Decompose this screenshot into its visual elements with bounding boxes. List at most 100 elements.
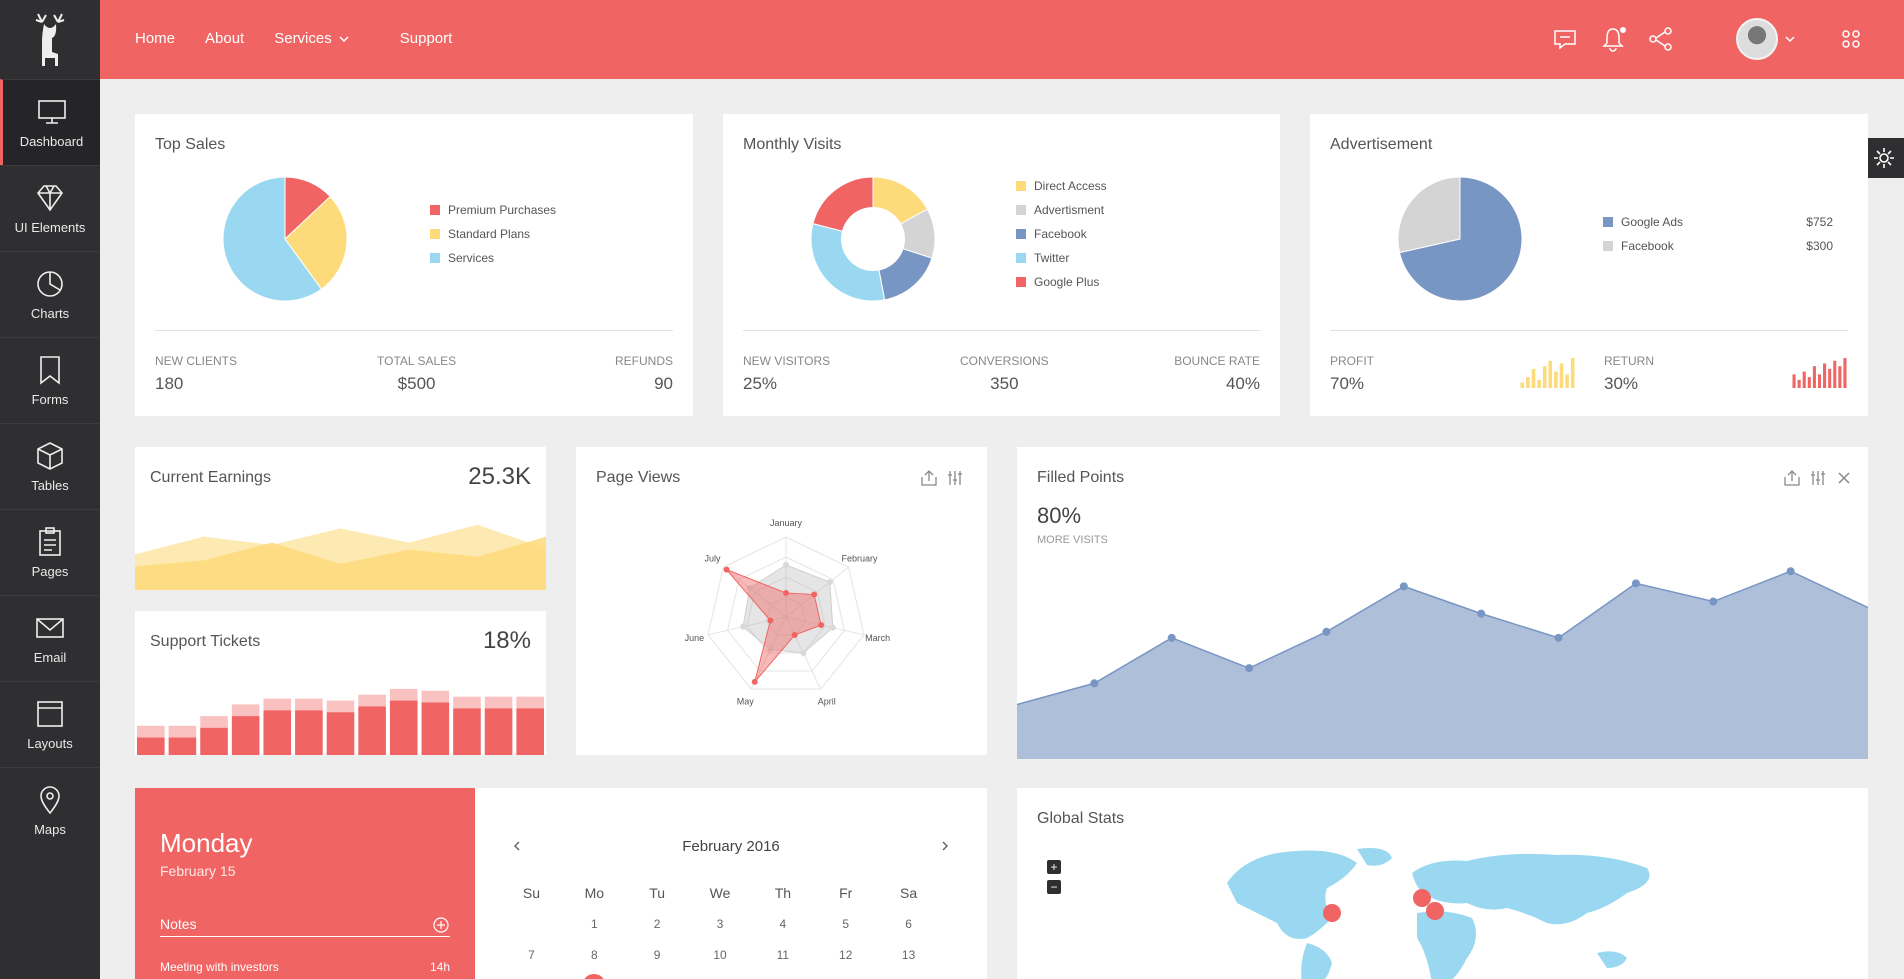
share-icon[interactable] — [1648, 26, 1674, 52]
advertisement-legend: Google Ads $752 Facebook $300 — [1603, 210, 1833, 258]
clipboard-icon — [39, 527, 61, 556]
nav-home[interactable]: Home — [135, 30, 175, 47]
area-point — [1554, 633, 1563, 642]
stat-bounce-rate: BOUNCE RATE 40% — [1174, 354, 1260, 394]
spark-bar — [1526, 377, 1530, 388]
envelope-icon — [36, 618, 64, 638]
note-item[interactable]: Meeting with investors 14h — [160, 960, 450, 974]
pie-chart-icon — [37, 271, 63, 297]
ticket-bar-top — [231, 704, 260, 717]
sidebar-item-forms[interactable]: Forms — [0, 337, 100, 423]
calendar-week: 14 15 16 17 18 19 20 — [500, 970, 940, 979]
map-pin-icon — [40, 786, 60, 815]
card-title: Advertisement — [1330, 136, 1433, 153]
export-icon[interactable] — [1783, 469, 1801, 487]
stat-label: REFUNDS — [614, 354, 673, 368]
sidebar-item-dashboard[interactable]: Dashboard — [0, 79, 100, 165]
map-marker[interactable] — [1426, 902, 1444, 920]
add-note-icon[interactable] — [432, 916, 450, 934]
close-icon[interactable] — [1835, 469, 1853, 487]
sidebar-item-tables[interactable]: Tables — [0, 423, 100, 509]
sidebar-item-email[interactable]: Email — [0, 595, 100, 681]
calendar-day[interactable]: 3 — [689, 917, 752, 931]
settings-gear-button[interactable] — [1864, 138, 1904, 178]
calendar-day[interactable]: 6 — [877, 917, 940, 931]
map-marker[interactable] — [1413, 889, 1431, 907]
nav-about[interactable]: About — [205, 30, 244, 47]
calendar-day[interactable]: 13 — [877, 948, 940, 962]
monthly-visits-legend: Direct Access Advertisment Facebook Twit… — [1016, 174, 1216, 294]
layout-icon — [37, 701, 63, 727]
calendar-day[interactable]: 5 — [814, 917, 877, 931]
sidebar-item-label: Pages — [31, 564, 69, 579]
adjust-icon[interactable] — [1809, 469, 1827, 487]
calendar-day[interactable]: 8 — [563, 948, 626, 962]
sidebar-item-layouts[interactable]: Layouts — [0, 681, 100, 767]
spark-bar — [1537, 379, 1541, 388]
legend-swatch — [430, 205, 440, 215]
card-title: Monthly Visits — [743, 136, 842, 153]
legend-item: Standard Plans — [430, 222, 630, 246]
stat-value: 25% — [743, 374, 778, 393]
calendar-day[interactable]: 2 — [626, 917, 689, 931]
apps-grid-icon[interactable] — [1838, 26, 1864, 52]
spark-bar — [1542, 366, 1547, 388]
map-zoom-in-button[interactable]: + — [1047, 860, 1061, 874]
radar-point — [800, 650, 807, 657]
legend-item: Advertisment — [1016, 198, 1216, 222]
ticket-bar-top — [168, 725, 197, 738]
calendar-day[interactable]: 7 — [500, 948, 563, 962]
notification-dot — [1620, 27, 1626, 33]
stat-refunds: REFUNDS 90 — [615, 354, 673, 394]
calendar-day-today-cell[interactable]: 15 — [563, 973, 626, 979]
note-time: 14h — [429, 960, 450, 974]
map-marker[interactable] — [1323, 904, 1341, 922]
legend-item: Facebook $300 — [1603, 234, 1833, 258]
weekday: Fr — [839, 884, 853, 901]
calendar-day[interactable]: 1 — [563, 917, 626, 931]
legend-swatch — [1603, 217, 1613, 227]
current-earnings-value: 25.3K — [468, 463, 531, 490]
avatar — [1736, 18, 1778, 60]
card-title: Support Tickets — [150, 633, 261, 650]
chat-icon[interactable] — [1552, 26, 1578, 52]
return-sparkbar — [1792, 358, 1847, 388]
calendar-day-today[interactable]: 15 — [582, 973, 607, 979]
radar-label: March — [865, 633, 890, 643]
calendar-day[interactable]: 9 — [626, 948, 689, 962]
deer-logo-icon[interactable] — [0, 0, 100, 79]
bookmark-icon — [40, 356, 60, 385]
bell-icon[interactable] — [1600, 26, 1626, 52]
calendar-day[interactable]: 11 — [751, 948, 814, 962]
tickets-bar-chart — [137, 688, 544, 755]
legend-swatch — [430, 253, 440, 263]
advertisement-card: Advertisement Google Ads $752 Facebook $30… — [1310, 114, 1868, 416]
map-zoom-out-button[interactable]: − — [1047, 880, 1061, 894]
nav-services[interactable]: Services — [274, 30, 350, 47]
sidebar-item-pages[interactable]: Pages — [0, 509, 100, 595]
calendar-week: 7 8 9 10 11 12 13 — [500, 939, 940, 970]
sidebar-item-label: Charts — [30, 306, 70, 321]
stat-label: TOTAL SALES — [377, 354, 457, 368]
notes-label: Notes — [160, 916, 197, 932]
calendar-day[interactable]: 4 — [751, 917, 814, 931]
sidebar-item-charts[interactable]: Charts — [0, 251, 100, 337]
sidebar-item-label: Layouts — [27, 736, 73, 751]
user-menu[interactable] — [1736, 18, 1796, 60]
adjust-icon[interactable] — [946, 469, 964, 487]
calendar-day[interactable]: 12 — [814, 948, 877, 962]
export-icon[interactable] — [920, 469, 938, 487]
calendar-day[interactable]: 10 — [689, 948, 752, 962]
support-tickets-card: Support Tickets 18% — [135, 611, 546, 755]
legend-swatch — [430, 229, 440, 239]
sidebar-item-ui-elements[interactable]: UI Elements — [0, 165, 100, 251]
stat-label: BOUNCE RATE — [1174, 354, 1260, 368]
chevron-right-icon[interactable] — [939, 840, 951, 852]
nav-support[interactable]: Support — [400, 30, 453, 47]
sidebar-item-maps[interactable]: Maps — [0, 767, 100, 853]
legend-label: Direct Access — [1034, 179, 1107, 193]
weekday: Su — [522, 884, 540, 901]
ticket-bar — [484, 708, 513, 755]
spark-bar — [1823, 363, 1827, 388]
calendar-month: February 2016 — [682, 838, 780, 855]
